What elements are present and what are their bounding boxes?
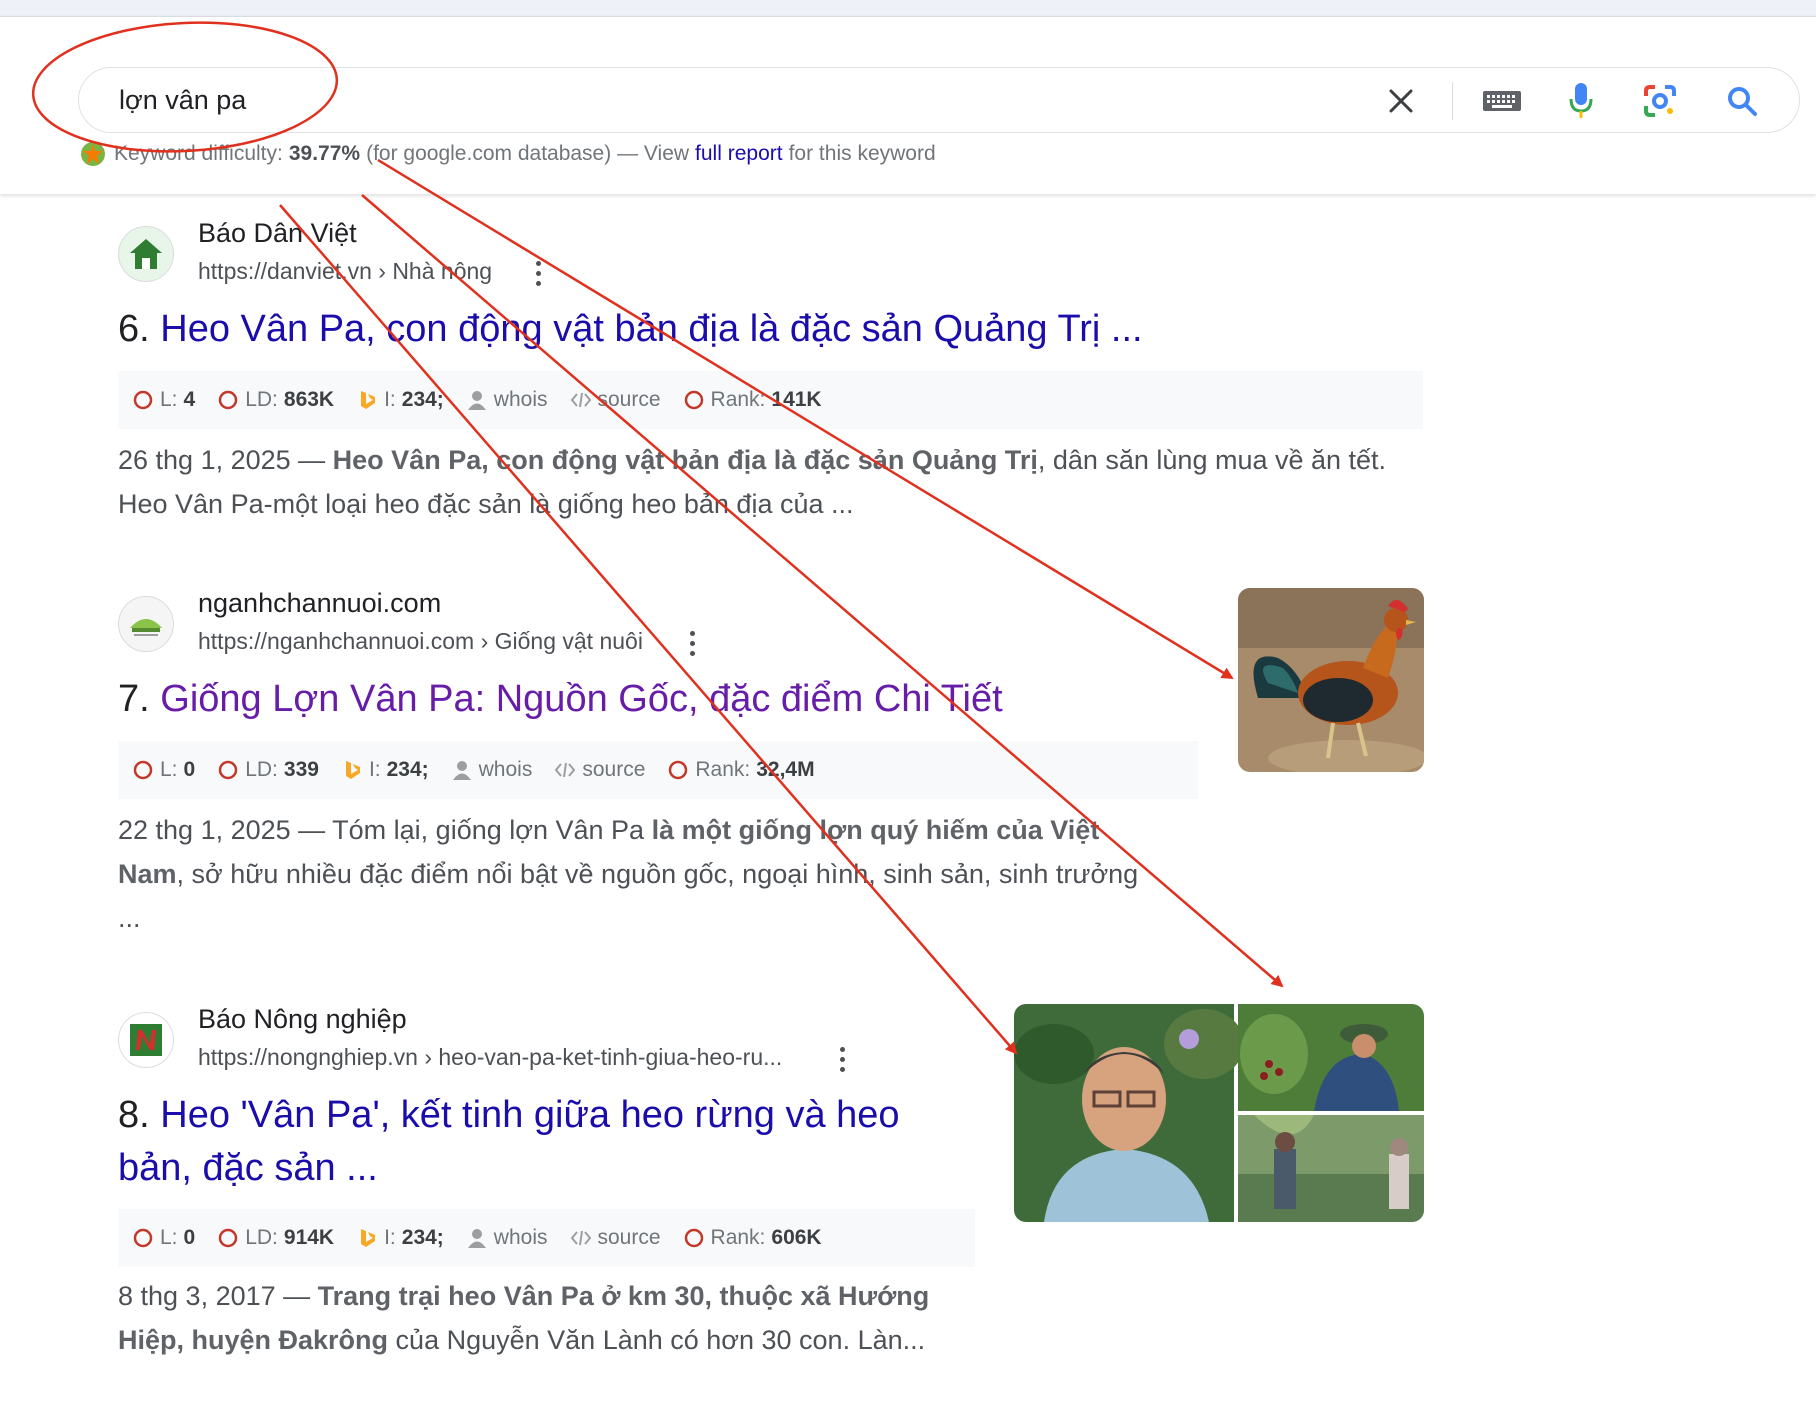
site-favicon[interactable] — [118, 1012, 174, 1068]
metric-ring-icon — [133, 390, 153, 410]
microphone-icon[interactable] — [1560, 80, 1602, 122]
site-favicon[interactable] — [118, 226, 174, 282]
keyword-difficulty-value: 39.77% — [288, 142, 361, 165]
seo-metrics-bar: L: 0 LD: 339 I: 234; whois source Rank: 32,4… — [118, 741, 1198, 799]
search-icon[interactable] — [1721, 80, 1763, 122]
search-box-divider — [1452, 82, 1453, 120]
result-snippet: 26 thg 1, 2025 — Heo Vân Pa, con động vậ… — [118, 445, 1387, 519]
metric-ring-icon — [133, 760, 153, 780]
person-icon — [467, 1229, 486, 1248]
bing-icon — [345, 761, 360, 779]
keyword-difficulty-label: Keyword difficulty: — [114, 142, 283, 165]
seo-plugin-badge-icon — [80, 141, 106, 167]
result-snippet: 8 thg 3, 2017 — Trang trại heo Vân Pa ở … — [118, 1281, 930, 1355]
seo-links[interactable]: L: 0 — [132, 758, 195, 782]
house-icon — [130, 239, 162, 269]
metric-ring-icon — [684, 1228, 703, 1248]
seo-whois[interactable]: whois — [466, 388, 548, 412]
result-title[interactable]: Heo 'Vân Pa', kết tinh giữa heo rừng và … — [118, 1094, 900, 1189]
seo-linking-domains[interactable]: LD: 339 — [217, 758, 319, 782]
seo-whois[interactable]: whois — [451, 758, 532, 782]
result-title[interactable]: Heo Vân Pa, con động vật bản địa là đặc … — [160, 308, 1142, 350]
result-title-link[interactable]: 6. Heo Vân Pa, con động vật bản địa là đ… — [118, 303, 1318, 356]
metric-ring-icon — [669, 760, 688, 780]
browser-top-strip — [0, 0, 1816, 16]
seo-metrics-bar: L: 0 LD: 914K I: 234; whois source Rank: 606… — [118, 1209, 975, 1267]
result-title-link[interactable]: 8. Heo 'Vân Pa', kết tinh giữa heo rừng … — [118, 1089, 958, 1195]
search-header: lợn vân pa Keyword difficulty: 39.77% (f… — [0, 16, 1816, 194]
code-icon — [555, 762, 576, 778]
close-icon[interactable] — [1380, 80, 1422, 122]
metric-ring-icon — [218, 760, 238, 780]
person-icon — [452, 761, 471, 780]
result-number: 6. — [118, 308, 150, 350]
seo-links[interactable]: L: 0 — [132, 1226, 195, 1250]
site-name[interactable]: nganhchannuoi.com — [198, 588, 441, 619]
result-snippet: 22 thg 1, 2025 — Tóm lại, giống lợn Vân … — [118, 815, 1139, 933]
seo-whois[interactable]: whois — [466, 1226, 548, 1250]
seo-source[interactable]: source — [554, 758, 645, 782]
keyword-difficulty-suffix: for this keyword — [788, 142, 936, 165]
seo-rank[interactable]: Rank: 606K — [683, 1226, 822, 1250]
seo-bing-index[interactable]: I: 234; — [356, 1226, 444, 1250]
code-icon — [570, 1230, 591, 1246]
result-image-collage[interactable] — [1014, 1004, 1424, 1222]
bing-icon — [361, 1229, 376, 1247]
farm-logo-icon — [130, 619, 162, 636]
result-thumbnail-rooster[interactable] — [1238, 588, 1424, 772]
seo-metrics-bar: L: 4 LD: 863K I: 234; whois source Rank: 141… — [118, 371, 1423, 429]
search-box[interactable]: lợn vân pa — [78, 67, 1800, 133]
rooster-image — [1238, 588, 1424, 772]
more-options-icon[interactable] — [832, 1044, 852, 1074]
site-name[interactable]: Báo Nông nghiệp — [198, 1004, 407, 1035]
search-query-text[interactable]: lợn vân pa — [119, 85, 246, 116]
result-title[interactable]: Giống Lợn Vân Pa: Nguồn Gốc, đặc điểm Ch… — [160, 678, 1002, 720]
seo-linking-domains[interactable]: LD: 914K — [217, 1226, 334, 1250]
code-icon — [570, 392, 591, 408]
result-number: 8. — [118, 1094, 150, 1136]
site-url[interactable]: https://nganhchannuoi.com › Giống vật nu… — [198, 628, 643, 655]
keyword-difficulty-line: Keyword difficulty: 39.77% (for google.c… — [80, 141, 936, 167]
seo-linking-domains[interactable]: LD: 863K — [217, 388, 334, 412]
result-title-link[interactable]: 7. Giống Lợn Vân Pa: Nguồn Gốc, đặc điểm… — [118, 673, 1038, 726]
more-options-icon[interactable] — [528, 258, 548, 288]
site-favicon[interactable] — [118, 596, 174, 652]
collage-images — [1014, 1004, 1424, 1222]
full-report-link[interactable]: full report — [695, 142, 783, 166]
seo-rank[interactable]: Rank: 141K — [683, 388, 822, 412]
metric-ring-icon — [133, 1228, 153, 1248]
metric-ring-icon — [218, 1228, 238, 1248]
more-options-icon[interactable] — [682, 628, 702, 658]
metric-ring-icon — [218, 390, 238, 410]
bing-icon — [361, 391, 376, 409]
camera-lens-icon[interactable] — [1639, 80, 1681, 122]
seo-bing-index[interactable]: I: 234; — [341, 758, 429, 782]
metric-ring-icon — [684, 390, 703, 410]
keyword-database-note: (for google.com database) — View — [366, 142, 690, 165]
seo-source[interactable]: source — [570, 1226, 661, 1250]
site-url[interactable]: https://nongnghiep.vn › heo-van-pa-ket-t… — [198, 1044, 782, 1071]
person-icon — [467, 391, 486, 410]
site-url[interactable]: https://danviet.vn › Nhà nông — [198, 258, 492, 285]
seo-source[interactable]: source — [570, 388, 661, 412]
seo-rank[interactable]: Rank: 32,4M — [667, 758, 815, 782]
seo-links[interactable]: L: 4 — [132, 388, 195, 412]
seo-bing-index[interactable]: I: 234; — [356, 388, 444, 412]
site-name[interactable]: Báo Dân Việt — [198, 218, 357, 249]
result-number: 7. — [118, 678, 150, 720]
keyboard-icon[interactable] — [1481, 80, 1523, 122]
nongnghiep-logo-icon — [130, 1024, 162, 1056]
